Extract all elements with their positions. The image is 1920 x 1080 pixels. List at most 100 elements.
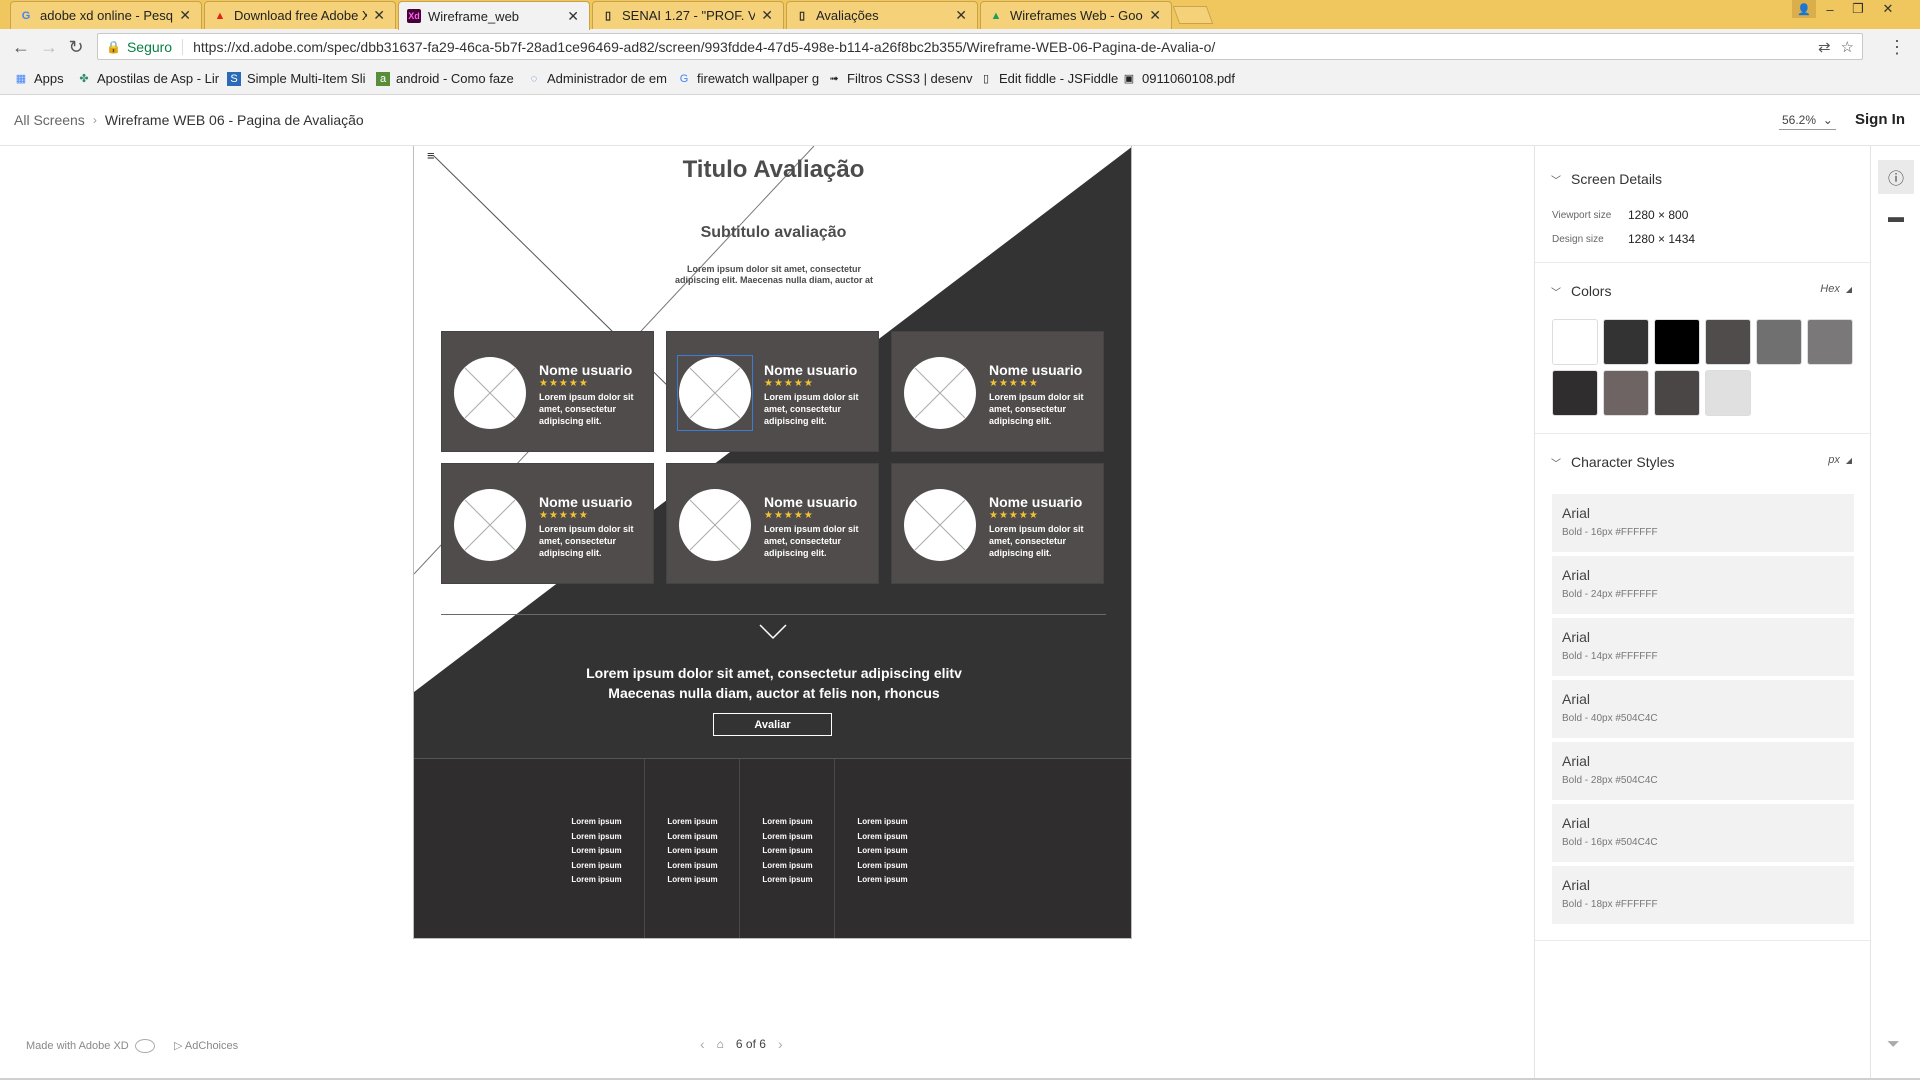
close-icon[interactable]: ✕	[955, 7, 967, 24]
window-close-icon[interactable]: ✕	[1874, 0, 1902, 18]
footer-link: Lorem ipsum	[667, 846, 718, 856]
review-card: Nome usuario ★★★★★ Lorem ipsum dolor sit…	[891, 463, 1104, 584]
color-swatch[interactable]	[1705, 319, 1751, 365]
bookmark-apps[interactable]: ▦ Apps	[14, 71, 64, 86]
sign-in-link[interactable]: Sign In	[1855, 111, 1905, 128]
footer-link: Lorem ipsum	[762, 860, 813, 870]
browser-tab-active[interactable]: Xd Wireframe_web ✕	[398, 1, 590, 30]
style-meta: Bold - 14px #FFFFFF	[1562, 651, 1658, 662]
bookmark-label: Administrador de em	[547, 71, 667, 86]
footer-link: Lorem ipsum	[857, 831, 908, 841]
character-style-item[interactable]: Arial Bold - 18px #FFFFFF	[1552, 866, 1854, 924]
restore-icon[interactable]: ❐	[1844, 0, 1872, 18]
color-swatch[interactable]	[1603, 370, 1649, 416]
browser-tab[interactable]: ▲ Wireframes Web - Googl ✕	[980, 1, 1172, 29]
info-icon[interactable]: ⓘ	[1878, 160, 1914, 194]
color-swatch[interactable]	[1552, 370, 1598, 416]
card-text: Lorem ipsum dolor sit amet, consectetur …	[764, 392, 859, 426]
character-style-item[interactable]: Arial Bold - 28px #504C4C	[1552, 742, 1854, 800]
tab-title: Avaliações	[816, 8, 879, 23]
minimize-icon[interactable]: –	[1816, 0, 1844, 18]
bookmark-item[interactable]: a android - Como faze	[376, 71, 514, 86]
zoom-value: 56.2%	[1782, 113, 1817, 127]
user-profile-icon[interactable]: 👤	[1792, 0, 1816, 18]
breadcrumb-all-screens[interactable]: All Screens	[14, 112, 85, 128]
review-card: Nome usuario ★★★★★ Lorem ipsum dolor sit…	[666, 331, 879, 452]
card-text: Lorem ipsum dolor sit amet, consectetur …	[989, 524, 1084, 558]
color-swatch[interactable]	[1552, 319, 1598, 365]
zoom-dropdown[interactable]: 56.2% ⌄	[1779, 113, 1836, 130]
cta-line: Maecenas nulla diam, auctor at felis non…	[608, 685, 940, 701]
artboard-preview[interactable]: ≡ Titulo Avaliação Subtitulo avaliação L…	[413, 146, 1132, 939]
color-swatch[interactable]	[1654, 370, 1700, 416]
back-icon[interactable]: ←	[11, 37, 31, 57]
close-icon[interactable]: ✕	[761, 7, 773, 24]
character-styles-header[interactable]: ﹀ Character Styles	[1551, 454, 1674, 470]
bookmark-item[interactable]: G firewatch wallpaper g	[677, 71, 819, 86]
url-text[interactable]: https://xd.adobe.com/spec/dbb31637-fa29-…	[193, 39, 1215, 55]
close-icon[interactable]: ✕	[567, 8, 579, 25]
browser-tab[interactable]: ▯ Avaliações ✕	[786, 1, 978, 29]
color-swatch[interactable]	[1654, 319, 1700, 365]
star-rating: ★★★★★	[764, 510, 814, 521]
new-tab-button[interactable]	[1172, 6, 1214, 24]
color-swatch[interactable]	[1807, 319, 1853, 365]
reload-icon[interactable]: ↻	[66, 37, 86, 57]
card-text: Lorem ipsum dolor sit amet, consectetur …	[539, 524, 634, 558]
adchoices-link[interactable]: ▷ AdChoices	[174, 1039, 238, 1052]
style-font: Arial	[1562, 505, 1591, 521]
avatar-placeholder-icon	[904, 357, 976, 429]
section-title: Colors	[1571, 283, 1612, 299]
bookmark-item[interactable]: S Simple Multi-Item Sli	[227, 71, 365, 86]
color-swatch[interactable]	[1603, 319, 1649, 365]
color-swatch[interactable]	[1756, 319, 1802, 365]
character-style-item[interactable]: Arial Bold - 16px #504C4C	[1552, 804, 1854, 862]
color-swatch[interactable]	[1705, 370, 1751, 416]
browser-tab[interactable]: ▯ SENAI 1.27 - "PROF. VICE ✕	[592, 1, 784, 29]
tab-title: Download free Adobe XD	[234, 8, 368, 23]
character-style-item[interactable]: Arial Bold - 40px #504C4C	[1552, 680, 1854, 738]
character-style-item[interactable]: Arial Bold - 24px #FFFFFF	[1552, 556, 1854, 614]
chevron-down-icon	[759, 624, 787, 640]
address-bar[interactable]: 🔒 Seguro https://xd.adobe.com/spec/dbb31…	[97, 33, 1863, 60]
translate-icon[interactable]: ⇄	[1818, 38, 1831, 56]
card-name: Nome usuario	[764, 494, 858, 510]
style-font: Arial	[1562, 753, 1591, 769]
close-icon[interactable]: ✕	[179, 7, 191, 24]
avaliar-button[interactable]: Avaliar	[713, 713, 832, 736]
bookmark-item[interactable]: ✤ Apostilas de Asp - Lir	[77, 71, 219, 86]
browser-menu-icon[interactable]: ⋮	[1888, 37, 1906, 58]
bookmark-item[interactable]: ▯ Edit fiddle - JSFiddle	[979, 71, 1118, 86]
previous-screen-icon[interactable]: ‹	[700, 1036, 705, 1052]
adobe-icon: ▲	[214, 9, 226, 22]
bookmark-star-icon[interactable]: ☆	[1841, 38, 1854, 56]
secure-label: Seguro	[127, 38, 184, 55]
inspector-panel: ﹀ Screen Details Viewport size 1280 × 80…	[1534, 146, 1871, 1080]
star-rating: ★★★★★	[539, 510, 589, 521]
comment-icon[interactable]: ▬	[1884, 206, 1908, 230]
footer-link: Lorem ipsum	[857, 846, 908, 856]
filter-icon[interactable]: ⏷	[1887, 1036, 1900, 1054]
browser-tab[interactable]: ▲ Download free Adobe XD ✕	[204, 1, 396, 29]
screen-details-header[interactable]: ﹀ Screen Details	[1551, 171, 1662, 187]
close-icon[interactable]: ✕	[1149, 7, 1161, 24]
next-screen-icon[interactable]: ›	[778, 1036, 783, 1052]
card-name: Nome usuario	[539, 362, 633, 378]
browser-tab[interactable]: G adobe xd online - Pesqui ✕	[10, 1, 202, 29]
footer-column: Lorem ipsum Lorem ipsum Lorem ipsum Lore…	[739, 759, 834, 938]
style-font: Arial	[1562, 815, 1591, 831]
unit-dropdown[interactable]: px ◢	[1828, 454, 1852, 466]
made-with-xd[interactable]: Made with Adobe XD	[26, 1039, 155, 1053]
colors-header[interactable]: ﹀ Colors	[1551, 283, 1611, 299]
footer-column: Lorem ipsum Lorem ipsum Lorem ipsum Lore…	[549, 759, 644, 938]
character-style-item[interactable]: Arial Bold - 14px #FFFFFF	[1552, 618, 1854, 676]
bookmark-item[interactable]: ◌ Administrador de em	[527, 71, 667, 86]
color-format-dropdown[interactable]: Hex ◢	[1820, 283, 1852, 295]
character-style-item[interactable]: Arial Bold - 16px #FFFFFF	[1552, 494, 1854, 552]
bookmark-item[interactable]: ▣ 0911060108.pdf	[1122, 71, 1235, 86]
home-icon[interactable]: ⌂	[717, 1037, 724, 1051]
close-icon[interactable]: ✕	[373, 7, 385, 24]
bookmark-item[interactable]: ➟ Filtros CSS3 | desenv	[827, 71, 972, 86]
section-divider	[441, 614, 1106, 615]
forward-icon[interactable]: →	[39, 37, 59, 57]
